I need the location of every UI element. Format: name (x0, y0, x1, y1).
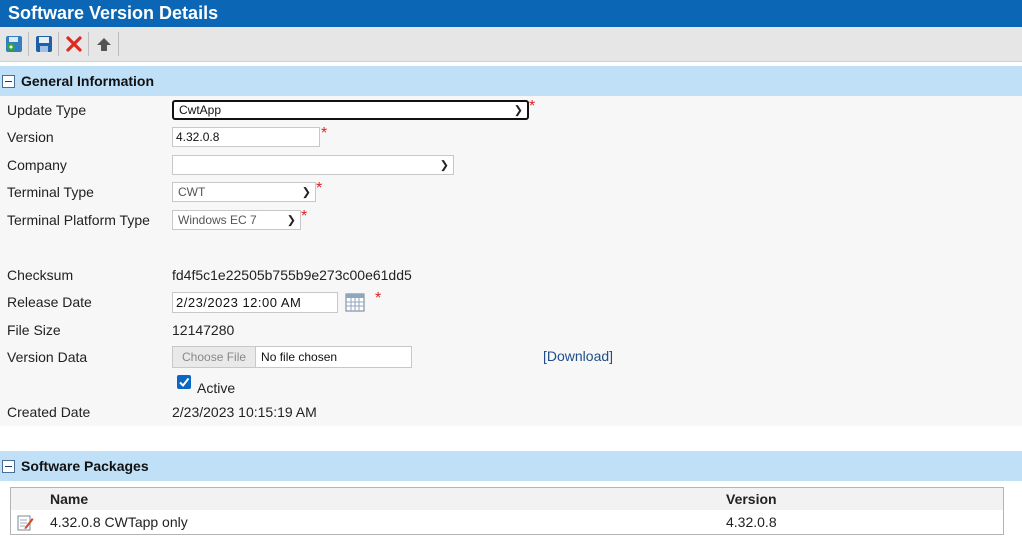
required-marker: * (375, 290, 382, 307)
platform-type-value: Windows EC 7 (178, 213, 257, 227)
save-and-new-button[interactable] (3, 33, 25, 55)
release-date-label: Release Date (7, 294, 92, 310)
created-date-value: 2/23/2023 10:15:19 AM (172, 404, 317, 420)
choose-file-button[interactable]: Choose File (173, 347, 257, 367)
checkmark-icon (179, 377, 190, 388)
save-and-new-icon (6, 36, 22, 52)
platform-type-select[interactable]: Windows EC 7 ❯ (172, 210, 301, 230)
required-marker: * (321, 125, 328, 142)
chevron-down-icon: ❯ (286, 214, 296, 227)
package-version: 4.32.0.8 (726, 514, 777, 530)
delete-icon (66, 36, 82, 52)
company-select[interactable]: ❯ (172, 155, 454, 175)
calendar-icon (345, 293, 365, 312)
general-information-form: Update Type CwtApp ❯ * Version 4.32.0.8 … (0, 96, 1022, 426)
page-title: Software Version Details (0, 0, 1022, 27)
file-status: No file chosen (261, 350, 338, 364)
required-marker: * (316, 180, 323, 197)
platform-type-label: Terminal Platform Type (7, 212, 150, 228)
terminal-type-label: Terminal Type (7, 184, 94, 200)
file-size-value: 12147280 (172, 322, 235, 338)
column-header-version[interactable]: Version (726, 491, 777, 507)
update-type-label: Update Type (7, 102, 87, 118)
upload-button[interactable] (93, 33, 115, 55)
terminal-type-select[interactable]: CWT ❯ (172, 182, 316, 202)
grid-header: Name Version (11, 488, 1003, 510)
chevron-down-icon: ❯ (301, 186, 311, 199)
edit-icon[interactable] (17, 514, 34, 534)
release-date-field[interactable]: 2/23/2023 12:00 AM (172, 292, 338, 313)
active-label: Active (197, 380, 236, 396)
required-marker: * (301, 208, 308, 225)
chevron-down-icon: ❯ (513, 104, 523, 117)
download-link[interactable]: [Download] (543, 348, 613, 364)
toolbar-separator (88, 32, 89, 56)
collapse-icon[interactable] (2, 459, 15, 473)
checksum-value: fd4f5c1e22505b755b9e273c00e61dd5 (172, 267, 412, 283)
chevron-down-icon: ❯ (439, 159, 449, 172)
active-checkbox[interactable] (177, 375, 191, 389)
version-data-label: Version Data (7, 349, 88, 365)
terminal-type-value: CWT (178, 185, 206, 199)
toolbar-separator (118, 32, 119, 56)
save-icon (36, 36, 52, 52)
column-header-name[interactable]: Name (50, 491, 88, 507)
collapse-icon[interactable] (2, 74, 15, 88)
section-title: General Information (21, 73, 155, 89)
required-marker: * (529, 98, 536, 115)
toolbar-separator (58, 32, 59, 56)
created-date-label: Created Date (7, 404, 91, 420)
version-field[interactable]: 4.32.0.8 (172, 127, 320, 147)
version-data-file-input[interactable]: Choose File No file chosen (172, 346, 412, 368)
checksum-label: Checksum (7, 267, 74, 283)
general-information-header: General Information (0, 66, 1022, 96)
package-name: 4.32.0.8 CWTapp only (50, 514, 188, 530)
toolbar (0, 27, 1022, 62)
delete-button[interactable] (63, 33, 85, 55)
company-label: Company (7, 157, 67, 173)
table-row[interactable]: 4.32.0.8 CWTapp only 4.32.0.8 (11, 510, 1003, 534)
save-button[interactable] (33, 33, 55, 55)
file-size-label: File Size (7, 322, 61, 338)
toolbar-separator (28, 32, 29, 56)
version-label: Version (7, 129, 54, 145)
update-type-select[interactable]: CwtApp ❯ (172, 100, 529, 120)
software-packages-grid: Name Version 4.32.0.8 CWTapp only 4.32.0… (10, 487, 1004, 535)
upload-icon (97, 38, 111, 51)
calendar-button[interactable] (345, 293, 365, 312)
software-packages-header: Software Packages (0, 451, 1022, 481)
section-title: Software Packages (21, 458, 149, 474)
update-type-value: CwtApp (179, 103, 222, 117)
